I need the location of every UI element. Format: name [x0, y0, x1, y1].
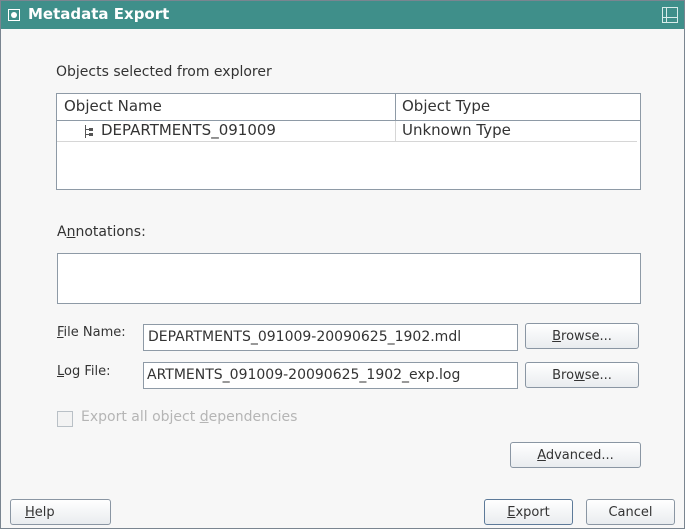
advanced-button[interactable]: Advanced...	[510, 442, 641, 468]
column-header-object-name[interactable]: Object Name	[57, 94, 396, 120]
metadata-export-dialog: Metadata Export Objects selected from ex…	[0, 0, 685, 529]
column-header-label: Object Name	[64, 97, 162, 115]
browse-log-button[interactable]: Browse...	[525, 362, 639, 388]
annotations-textarea[interactable]	[57, 253, 641, 304]
objects-table[interactable]: Object Name Object Type DEPARTMENTS_0910…	[56, 93, 641, 190]
log-file-value: ARTMENTS_091009-20090625_1902_exp.log	[147, 367, 461, 383]
file-name-field[interactable]: DEPARTMENTS_091009-20090625_1902.mdl	[143, 324, 518, 351]
object-name-cell: DEPARTMENTS_091009	[101, 121, 276, 139]
table-object-icon	[85, 125, 94, 138]
window-title: Metadata Export	[28, 5, 170, 23]
column-header-object-type[interactable]: Object Type	[402, 97, 490, 115]
object-type-cell: Unknown Type	[402, 121, 511, 139]
annotations-label: Annotations:	[57, 224, 146, 240]
file-name-value: DEPARTMENTS_091009-20090625_1902.mdl	[148, 329, 462, 345]
help-button[interactable]: Help	[10, 499, 111, 525]
file-name-label: File Name:	[57, 325, 126, 340]
window-menu-icon[interactable]	[8, 9, 20, 21]
table-header: Object Name Object Type	[57, 94, 640, 121]
objects-section-label: Objects selected from explorer	[56, 64, 272, 80]
maximize-icon[interactable]	[662, 7, 678, 23]
log-file-label: Log File:	[57, 364, 111, 379]
log-file-field[interactable]: ARTMENTS_091009-20090625_1902_exp.log	[143, 362, 518, 389]
table-row[interactable]: DEPARTMENTS_091009 Unknown Type	[57, 121, 637, 142]
export-dependencies-checkbox[interactable]	[57, 411, 73, 427]
browse-file-button[interactable]: Browse...	[525, 323, 639, 349]
export-dependencies-label: Export all object dependencies	[81, 409, 298, 425]
title-bar[interactable]: Metadata Export	[1, 1, 684, 29]
cancel-button[interactable]: Cancel	[586, 499, 675, 525]
export-button[interactable]: Export	[484, 499, 573, 525]
